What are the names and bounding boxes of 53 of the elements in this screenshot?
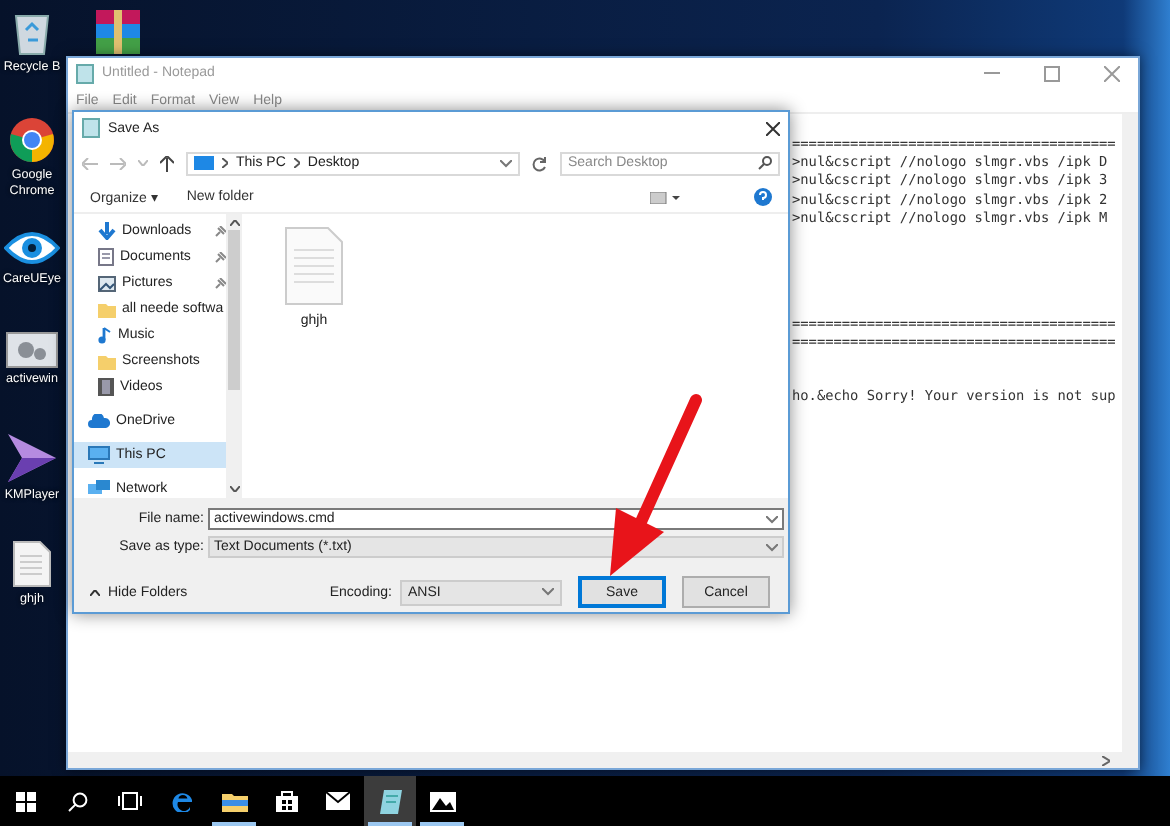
pin-icon bbox=[214, 251, 226, 263]
browser-e-icon[interactable] bbox=[171, 790, 193, 812]
up-arrow-icon[interactable] bbox=[160, 155, 174, 171]
document-icon bbox=[12, 540, 52, 588]
horizontal-scrollbar[interactable] bbox=[68, 752, 1138, 768]
play-icon bbox=[4, 432, 60, 484]
scroll-down-icon bbox=[229, 486, 239, 492]
scroll-up-icon bbox=[229, 220, 239, 226]
network-icon bbox=[88, 480, 110, 498]
picture-icon bbox=[98, 275, 116, 291]
windows-logo-icon[interactable] bbox=[16, 791, 36, 811]
pin-icon bbox=[214, 277, 226, 289]
browser-icon bbox=[8, 116, 56, 164]
vertical-scrollbar[interactable] bbox=[226, 214, 242, 498]
cloud-icon bbox=[88, 414, 110, 428]
envelope-icon[interactable] bbox=[326, 792, 350, 810]
folder-icon bbox=[98, 353, 116, 369]
minimize-icon bbox=[984, 72, 1000, 74]
folder-icon bbox=[98, 301, 116, 317]
document-icon bbox=[98, 248, 114, 266]
archive-books-icon[interactable] bbox=[92, 8, 144, 56]
maximize-icon bbox=[1044, 65, 1060, 81]
monitor-icon bbox=[88, 446, 110, 464]
music-note-icon bbox=[98, 326, 112, 344]
shopping-bag-icon[interactable] bbox=[275, 790, 297, 812]
folder-icon[interactable] bbox=[221, 791, 247, 811]
task-view-icon[interactable] bbox=[118, 792, 142, 810]
chevron-down-icon bbox=[500, 159, 512, 167]
help-icon[interactable] bbox=[754, 188, 772, 206]
notepad-icon bbox=[82, 118, 100, 138]
scrollbar-thumb[interactable] bbox=[228, 230, 240, 390]
notepad-icon[interactable] bbox=[379, 789, 401, 813]
monitor-icon bbox=[194, 156, 214, 170]
scroll-right-icon bbox=[1102, 755, 1110, 765]
search-icon[interactable] bbox=[68, 791, 88, 811]
chevron-down-icon bbox=[766, 543, 778, 551]
notepad-icon bbox=[76, 63, 94, 83]
film-icon bbox=[98, 378, 114, 396]
pin-icon bbox=[214, 225, 226, 237]
close-icon bbox=[1104, 65, 1120, 81]
vertical-scrollbar[interactable] bbox=[1122, 114, 1138, 752]
chevron-right-icon bbox=[293, 158, 300, 168]
chevron-down-icon bbox=[542, 588, 554, 596]
search-icon bbox=[758, 156, 772, 170]
chevron-down-icon bbox=[766, 515, 778, 523]
chevron-right-icon bbox=[222, 158, 228, 168]
download-arrow-icon bbox=[98, 222, 116, 240]
chevron-up-icon bbox=[90, 589, 100, 595]
eye-icon bbox=[4, 228, 60, 268]
close-icon[interactable] bbox=[766, 121, 780, 135]
view-options-icon[interactable] bbox=[650, 191, 682, 203]
refresh-icon[interactable] bbox=[532, 155, 548, 171]
landscape-picture-icon[interactable] bbox=[429, 791, 455, 811]
